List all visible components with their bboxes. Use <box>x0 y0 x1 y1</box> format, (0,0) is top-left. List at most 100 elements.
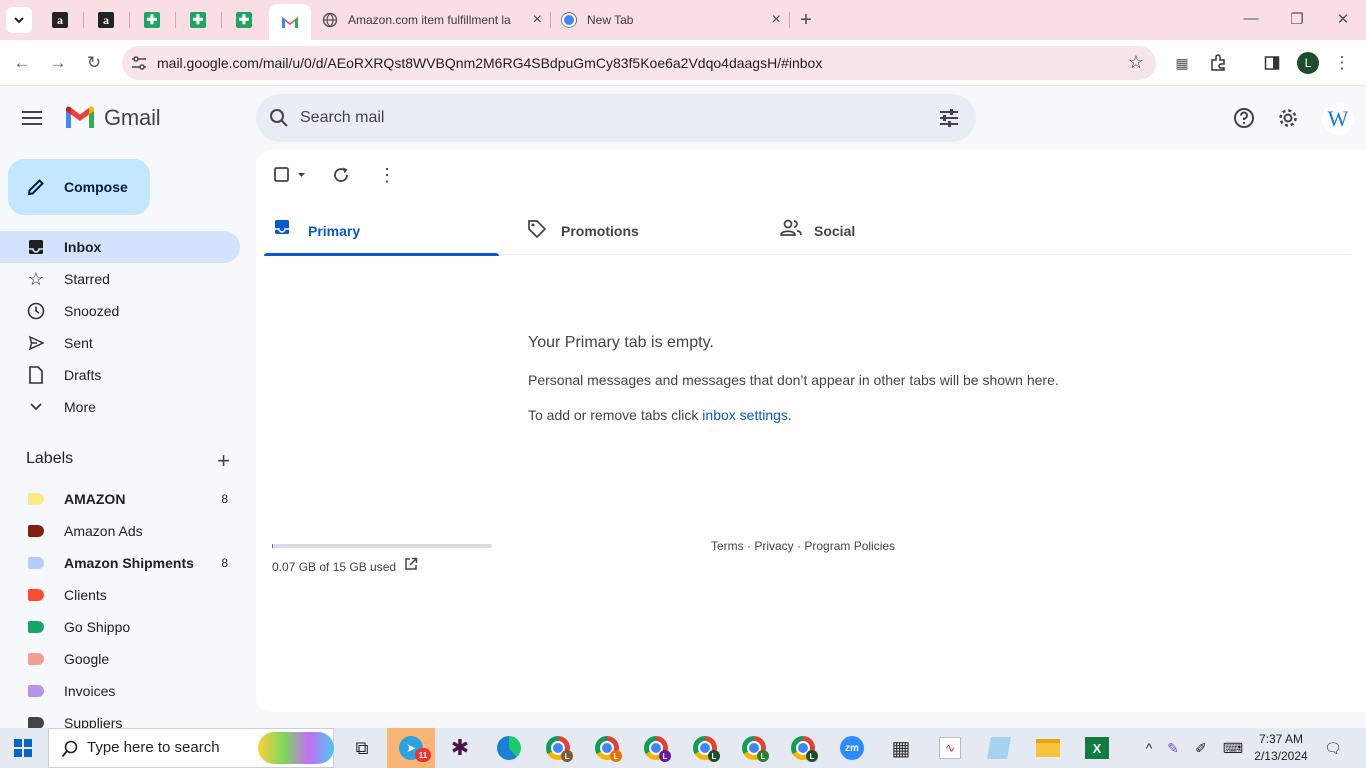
pinned-tab-sheets[interactable]: ✚ <box>132 6 172 34</box>
reload-icon[interactable]: ↻ <box>81 50 107 76</box>
tab-primary[interactable]: Primary <box>264 206 499 256</box>
sidebar-item-more[interactable]: More <box>0 391 240 423</box>
sidebar-nav: Inbox ☆ Starred Snoozed Sent Drafts More <box>0 231 256 423</box>
label-item[interactable]: Amazon Ads <box>0 515 240 547</box>
chrome-profile-icon[interactable]: L <box>691 734 720 762</box>
privacy-link[interactable]: Privacy <box>754 539 793 553</box>
inbox-settings-link[interactable]: inbox settings <box>702 407 788 423</box>
label-item[interactable]: Invoices <box>0 675 240 707</box>
close-tab-icon[interactable]: × <box>772 11 781 29</box>
close-window-icon[interactable]: ✕ <box>1333 10 1353 28</box>
sidebar-item-starred[interactable]: ☆ Starred <box>0 263 240 295</box>
sidebar-item-inbox[interactable]: Inbox <box>0 231 240 263</box>
telegram-app-icon[interactable]: ➤ 11 <box>387 728 435 768</box>
excel-icon[interactable]: X <box>1083 734 1111 762</box>
clock-icon <box>26 301 46 321</box>
account-avatar[interactable]: W <box>1322 103 1354 135</box>
calculator-icon[interactable]: ▦ <box>887 734 915 762</box>
pen-workspace-icon[interactable]: ✐ <box>1191 728 1211 768</box>
tab-new-tab[interactable]: New Tab × <box>561 4 787 36</box>
pinned-tab-sheets[interactable]: ✚ <box>224 6 264 34</box>
tab-divider <box>175 12 176 28</box>
pinned-tab-amazon[interactable]: a <box>40 6 80 34</box>
slack-icon[interactable]: ✱ <box>446 734 474 762</box>
search-icon[interactable] <box>268 107 290 129</box>
search-input[interactable] <box>300 106 900 130</box>
gmail-m-icon <box>66 106 94 128</box>
open-external-icon[interactable] <box>404 557 418 576</box>
site-info-icon[interactable] <box>130 54 148 72</box>
sidebar-item-sent[interactable]: Sent <box>0 327 240 359</box>
footer-separator: · <box>793 539 805 553</box>
tab-search-dropdown-button[interactable] <box>6 7 32 33</box>
qr-code-icon[interactable]: ▦ <box>1169 50 1195 76</box>
clock-date: 2/13/2024 <box>1254 749 1308 763</box>
show-hidden-icons-chevron[interactable]: ^ <box>1140 728 1158 768</box>
carnival-mask-icon[interactable] <box>258 732 334 764</box>
label-name: Google <box>64 651 110 667</box>
forward-icon[interactable]: → <box>45 50 71 76</box>
help-icon[interactable] <box>1232 106 1256 130</box>
sidebar-item-drafts[interactable]: Drafts <box>0 359 240 391</box>
globe-icon <box>322 12 338 28</box>
restore-icon[interactable]: ❐ <box>1287 10 1307 28</box>
touch-keyboard-icon[interactable]: ⌨ <box>1220 728 1246 768</box>
back-icon[interactable]: ← <box>9 50 35 76</box>
chrome-profile-icon[interactable]: L <box>789 734 818 762</box>
zoom-icon[interactable]: zm <box>838 734 866 762</box>
taskbar-clock[interactable]: 7:37 AM 2/13/2024 <box>1248 731 1314 765</box>
extensions-icon[interactable] <box>1205 50 1231 76</box>
minimize-icon[interactable]: — <box>1241 10 1261 27</box>
compose-button[interactable]: Compose <box>8 159 150 215</box>
url-text[interactable]: mail.google.com/mail/u/0/d/AEoRXRQst8WVB… <box>157 55 822 71</box>
chrome-profile-icon[interactable]: L <box>740 734 769 762</box>
pinned-tab-amazon[interactable]: a <box>86 6 126 34</box>
refresh-icon[interactable] <box>332 164 350 186</box>
bookmark-star-icon[interactable]: ☆ <box>1128 52 1144 73</box>
pen-icon[interactable]: ✎ <box>1163 728 1183 768</box>
more-options-icon[interactable]: ⋮ <box>378 164 396 186</box>
pinned-tab-gmail-active[interactable] <box>269 4 311 40</box>
terms-link[interactable]: Terms <box>711 539 744 553</box>
edge-icon[interactable] <box>495 734 523 762</box>
label-item[interactable]: Amazon Shipments 8 <box>0 547 240 579</box>
sidebar-item-label: More <box>64 399 96 415</box>
stock-chart-app-icon[interactable]: ∿ <box>936 734 964 762</box>
label-count: 8 <box>221 556 228 570</box>
file-explorer-icon[interactable] <box>1034 734 1062 762</box>
tab-amazon-fulfillment[interactable]: Amazon.com item fulfillment la × <box>322 4 548 36</box>
settings-gear-icon[interactable] <box>1276 106 1300 130</box>
new-tab-button[interactable]: + <box>794 8 818 32</box>
tag-icon <box>527 219 547 242</box>
label-item[interactable]: Google <box>0 643 240 675</box>
chrome-profile-icon[interactable]: L <box>593 734 622 762</box>
browser-menu-icon[interactable]: ⋮ <box>1329 50 1355 76</box>
gmail-logo[interactable]: Gmail <box>64 105 161 131</box>
task-view-icon[interactable]: ⧉ <box>348 734 376 762</box>
sidebar-item-snoozed[interactable]: Snoozed <box>0 295 240 327</box>
search-options-icon[interactable] <box>938 107 960 129</box>
notifications-icon[interactable]: 🗨 <box>1322 728 1344 768</box>
tab-divider <box>129 12 130 28</box>
address-bar[interactable]: mail.google.com/mail/u/0/d/AEoRXRQst8WVB… <box>122 46 1156 80</box>
create-label-plus-icon[interactable]: + <box>217 448 230 474</box>
pinned-tab-sheets[interactable]: ✚ <box>178 6 218 34</box>
chrome-profile-icon[interactable]: L <box>544 734 573 762</box>
search-bar[interactable] <box>256 94 976 142</box>
select-all-checkbox[interactable] <box>274 164 308 186</box>
program-policies-link[interactable]: Program Policies <box>804 539 895 553</box>
chrome-profile-icon[interactable]: L <box>642 734 671 762</box>
tab-social[interactable]: Social <box>770 206 1005 255</box>
browser-profile-avatar[interactable]: L <box>1297 52 1319 74</box>
tab-divider <box>83 12 84 28</box>
tab-promotions[interactable]: Promotions <box>517 206 752 255</box>
side-panel-icon[interactable] <box>1259 50 1285 76</box>
label-item[interactable]: Clients <box>0 579 240 611</box>
close-tab-icon[interactable]: × <box>533 11 542 29</box>
windows-start-icon[interactable] <box>14 739 32 757</box>
label-item[interactable]: Go Shippo <box>0 611 240 643</box>
notepad-icon[interactable] <box>985 734 1013 762</box>
label-item[interactable]: AMAZON 8 <box>0 483 240 515</box>
main-menu-icon[interactable] <box>22 105 50 131</box>
taskbar-search-input[interactable] <box>87 739 247 756</box>
